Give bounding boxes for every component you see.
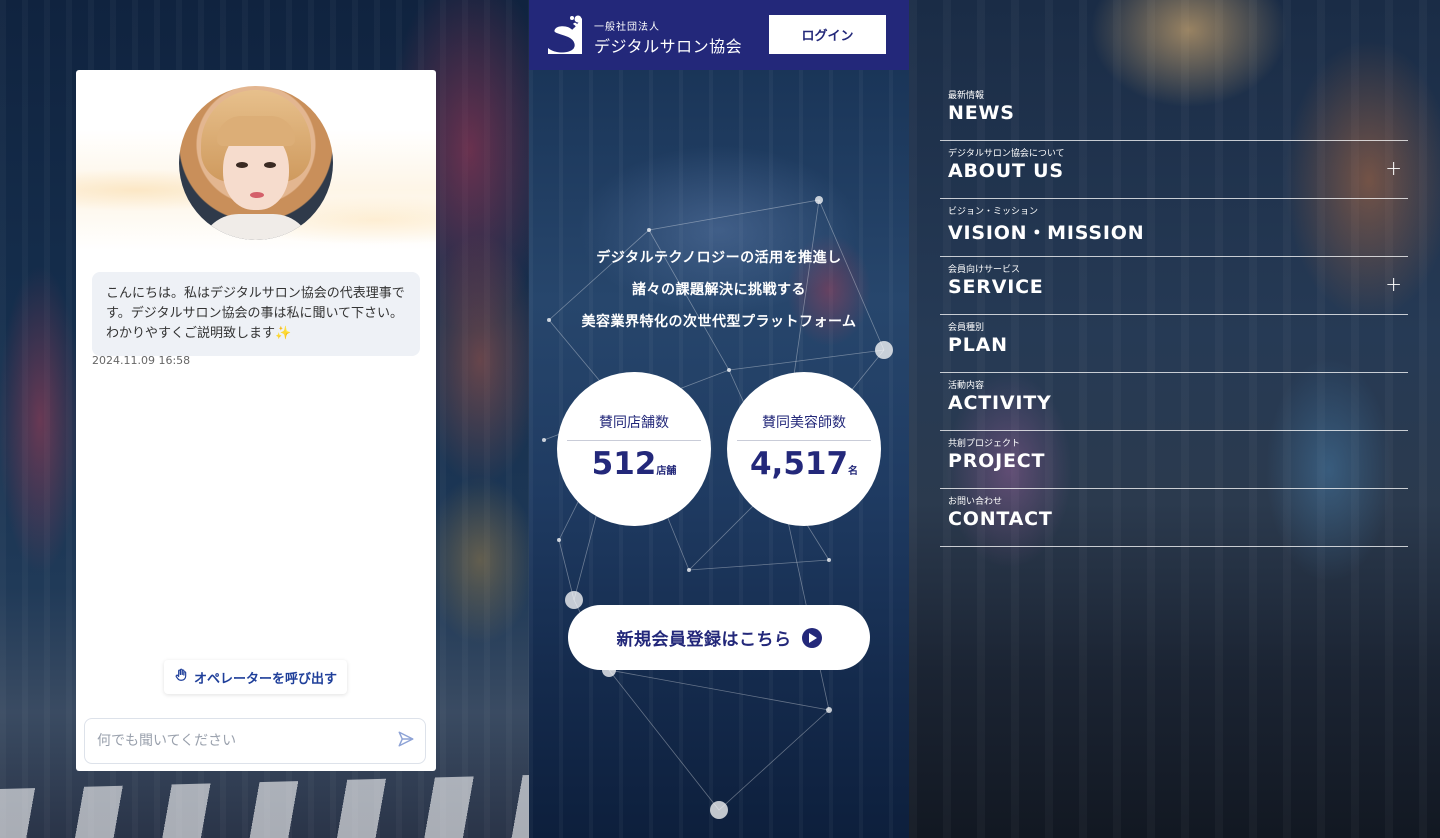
nav-item-sub: 会員向けサービス (948, 265, 1021, 275)
nav-item-about[interactable]: デジタルサロン協会について ABOUT US + (940, 142, 1408, 199)
nav-item-vision[interactable]: ビジョン・ミッション VISION・MISSION (940, 200, 1408, 257)
call-operator-button[interactable]: オペレーターを呼び出す (164, 660, 348, 694)
nav-item-label: PROJECT (948, 450, 1046, 472)
logo-s-icon[interactable] (544, 14, 584, 56)
nav-item-sub: 活動内容 (948, 381, 985, 391)
send-icon[interactable] (397, 730, 415, 752)
main-nav: 最新情報 NEWS デジタルサロン協会について ABOUT US + ビジョン・… (940, 84, 1408, 548)
avatar (179, 86, 333, 240)
chat-input[interactable] (95, 732, 397, 750)
stat-stores-label: 賛同店舗数 (599, 415, 669, 431)
register-label: 新規会員登録はこちら (616, 630, 792, 650)
register-button[interactable]: 新規会員登録はこちら (568, 605, 870, 670)
nav-item-news[interactable]: 最新情報 NEWS (940, 84, 1408, 141)
nav-item-sub: 会員種別 (948, 323, 985, 333)
nav-item-plan[interactable]: 会員種別 PLAN (940, 316, 1408, 373)
org-type: 一般社団法人 (594, 22, 660, 33)
nav-item-project[interactable]: 共創プロジェクト PROJECT (940, 432, 1408, 489)
nav-item-label: ACTIVITY (948, 392, 1052, 414)
chat-timestamp: 2024.11.09 16:58 (92, 354, 191, 367)
tagline-line: 美容業界特化の次世代型プラットフォーム (581, 314, 857, 330)
stat-stores: 賛同店舗数 512店舗 (557, 372, 711, 526)
stat-stylists: 賛同美容師数 4,517名 (727, 372, 881, 526)
nav-item-activity[interactable]: 活動内容 ACTIVITY (940, 374, 1408, 431)
stat-stylists-value: 4,517 (749, 446, 849, 482)
play-circle-icon (801, 627, 822, 648)
chat-panel: こんにちは。私はデジタルサロン協会の代表理事です。デジタルサロン協会の事は私に聞… (76, 70, 436, 771)
site-header: 一般社団法人 デジタルサロン協会 ログイン (529, 0, 909, 70)
stat-stylists-unit: 名 (848, 466, 859, 477)
nav-item-service[interactable]: 会員向けサービス SERVICE + (940, 258, 1408, 315)
nav-item-sub: お問い合わせ (948, 497, 1003, 507)
nav-item-sub: 最新情報 (948, 91, 985, 101)
nav-item-label: VISION・MISSION (948, 222, 1145, 244)
login-button[interactable]: ログイン (769, 15, 886, 54)
hand-icon (174, 668, 188, 686)
hero-tagline: デジタルテクノロジーの活用を推進し 諸々の課題解決に挑戦する 美容業界特化の次世… (529, 242, 909, 338)
nav-item-label: SERVICE (948, 276, 1044, 298)
tagline-line: 諸々の課題解決に挑戦する (632, 282, 806, 298)
nav-item-sub: 共創プロジェクト (948, 439, 1021, 449)
plus-icon[interactable]: + (1385, 156, 1402, 180)
nav-item-label: PLAN (948, 334, 1008, 356)
nav-item-label: NEWS (948, 102, 1015, 124)
stat-stylists-label: 賛同美容師数 (762, 415, 846, 431)
nav-item-label: ABOUT US (948, 160, 1064, 182)
stat-stores-unit: 店舗 (656, 466, 677, 477)
nav-item-label: CONTACT (948, 508, 1053, 530)
chat-message: こんにちは。私はデジタルサロン協会の代表理事です。デジタルサロン協会の事は私に聞… (92, 272, 420, 356)
chat-input-box (84, 718, 426, 764)
nav-item-contact[interactable]: お問い合わせ CONTACT (940, 490, 1408, 547)
stat-stores-value: 512 (591, 446, 657, 482)
org-name[interactable]: デジタルサロン協会 (594, 33, 742, 57)
tagline-line: デジタルテクノロジーの活用を推進し (596, 250, 842, 266)
plus-icon[interactable]: + (1385, 272, 1402, 296)
call-operator-label: オペレーターを呼び出す (194, 671, 338, 687)
nav-item-sub: ビジョン・ミッション (948, 207, 1039, 217)
nav-item-sub: デジタルサロン協会について (948, 149, 1065, 159)
